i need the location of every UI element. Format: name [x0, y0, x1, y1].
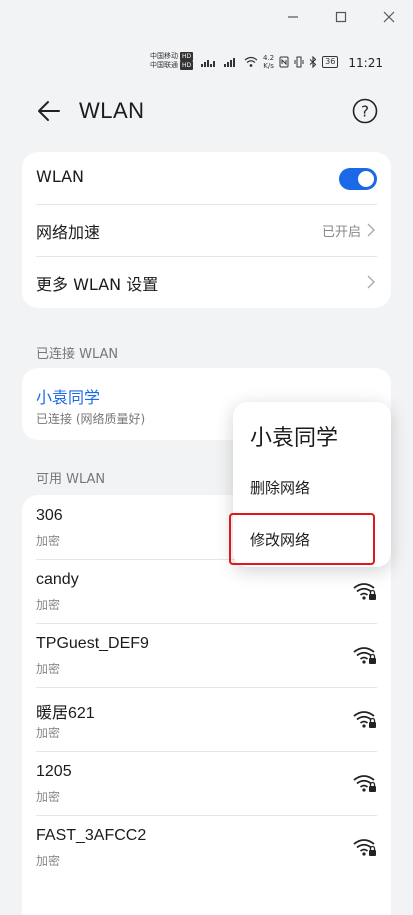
carrier-1: 中国移动 [150, 52, 178, 60]
wlan-toggle[interactable] [339, 168, 377, 190]
hd-badge: HD [180, 52, 194, 61]
settings-card: WLAN 网络加速 已开启 更多 WLAN 设置 [22, 152, 391, 308]
network-accel-value: 已开启 [321, 225, 361, 240]
window-controls [269, 0, 413, 34]
wifi-network-name: FAST_3AFCC2 [36, 827, 147, 844]
vibrate-icon [294, 56, 304, 68]
wlan-label: WLAN [36, 167, 85, 186]
close-icon [383, 11, 395, 23]
wlan-toggle-row[interactable]: WLAN [22, 152, 391, 204]
bluetooth-icon [309, 56, 317, 68]
connected-network-name: 小袁同学 [36, 388, 101, 407]
wifi-security-label: 加密 [36, 790, 61, 804]
wifi-network-name: TPGuest_DEF9 [36, 635, 149, 652]
more-wlan-settings-label: 更多 WLAN 设置 [36, 275, 159, 294]
highlight-box [229, 513, 375, 565]
signal-icon-2 [224, 58, 235, 67]
nfc-icon [279, 56, 289, 68]
wifi-network-name: 暖居621 [36, 705, 95, 722]
clock: 11:21 [348, 56, 383, 70]
page-header: WLAN ? [0, 88, 413, 136]
delete-network-item[interactable]: 删除网络 [250, 477, 310, 498]
wifi-network-name: 306 [36, 507, 63, 524]
wifi-security-label: 加密 [36, 726, 61, 740]
maximize-button[interactable] [317, 0, 365, 34]
battery-indicator: 36 [322, 56, 339, 68]
carrier-2: 中国联通 [150, 61, 178, 69]
network-speed: 4.2 K/s [263, 54, 275, 70]
wifi-security-label: 加密 [36, 662, 61, 676]
wifi-network-row[interactable]: FAST_3AFCC2 加密 [22, 815, 391, 879]
minimize-icon [288, 16, 298, 18]
connected-status: 已连接 (网络质量好) [36, 412, 146, 426]
wifi-network-row[interactable]: 1205 加密 [22, 751, 391, 815]
wifi-lock-icon [353, 647, 376, 664]
context-menu-title: 小袁同学 [250, 426, 339, 451]
chevron-right-icon [367, 275, 375, 289]
wifi-network-row[interactable]: TPGuest_DEF9 加密 [22, 623, 391, 687]
more-wlan-settings-row[interactable]: 更多 WLAN 设置 [22, 256, 391, 308]
page-title: WLAN [79, 98, 145, 123]
wifi-lock-icon [353, 775, 376, 792]
hd-badge: HD [180, 61, 194, 70]
wifi-lock-icon [353, 711, 376, 728]
chevron-right-icon [367, 223, 375, 237]
wifi-security-label: 加密 [36, 854, 61, 868]
connected-section-label: 已连接 WLAN [36, 347, 119, 362]
wifi-security-label: 加密 [36, 534, 61, 548]
close-button[interactable] [365, 0, 413, 34]
help-icon[interactable]: ? [352, 98, 378, 124]
wifi-network-name: 1205 [36, 763, 72, 780]
wifi-lock-icon [353, 839, 376, 856]
back-arrow-icon[interactable] [36, 98, 62, 124]
minimize-button[interactable] [269, 0, 317, 34]
wifi-security-label: 加密 [36, 598, 61, 612]
network-accel-label: 网络加速 [36, 223, 101, 242]
wifi-network-row[interactable]: 暖居621 加密 [22, 687, 391, 751]
svg-text:?: ? [361, 103, 369, 121]
signal-icon [201, 60, 215, 67]
wifi-network-name: candy [36, 571, 79, 588]
network-accel-row[interactable]: 网络加速 已开启 [22, 204, 391, 256]
status-icons: 4.2 K/s 36 [200, 54, 339, 70]
maximize-icon [335, 11, 347, 23]
wifi-lock-icon [353, 583, 376, 600]
status-bar: 中国移动 HD 中国联通 HD 4.2 K/s 36 11:21 [0, 50, 413, 78]
carrier-info: 中国移动 HD 中国联通 HD [150, 52, 194, 70]
wifi-network-row[interactable]: candy 加密 [22, 559, 391, 623]
wifi-status-icon [244, 56, 258, 67]
available-section-label: 可用 WLAN [36, 472, 106, 487]
